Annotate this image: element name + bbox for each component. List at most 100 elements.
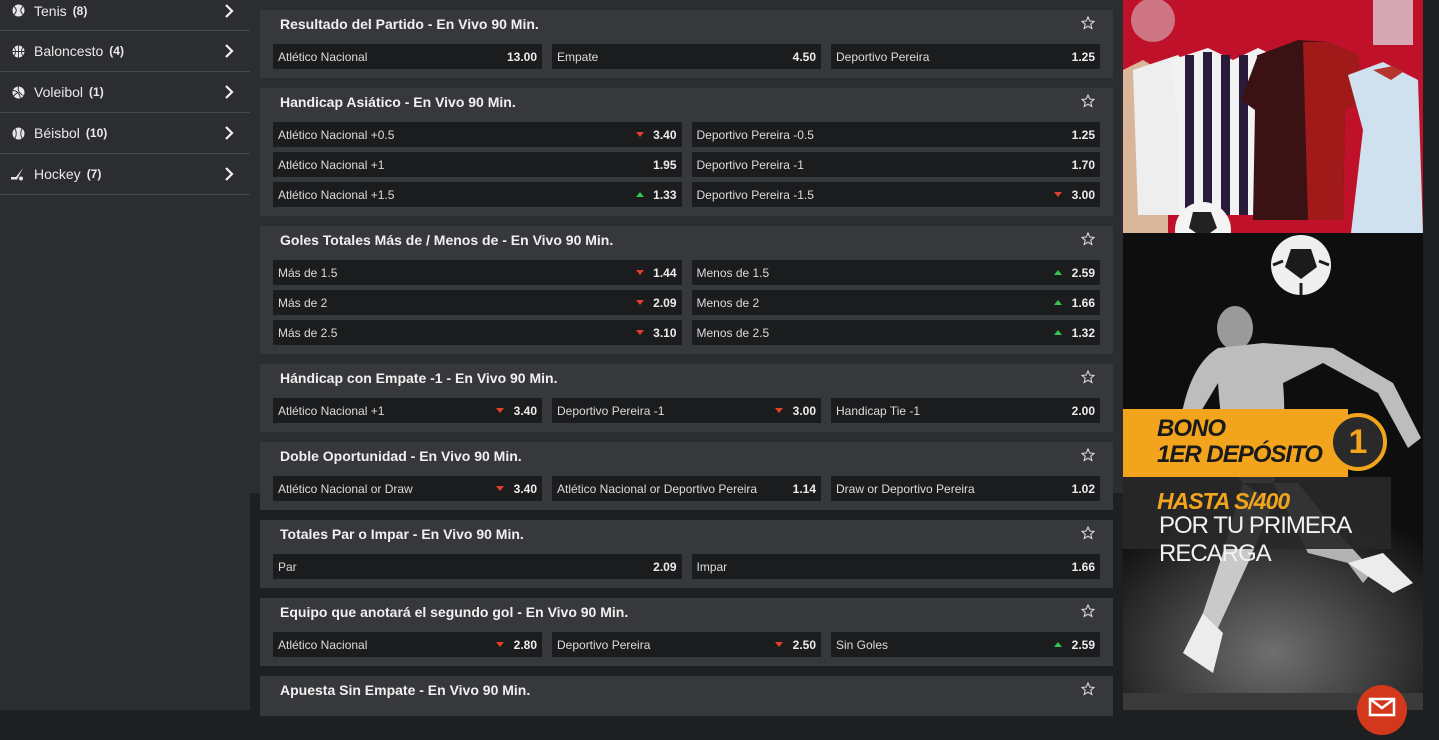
odds-up-arrow-icon [1054,642,1062,647]
odds-price: 3.00 [1071,188,1095,202]
odds-selection-name: Deportivo Pereira -1 [557,404,665,418]
odds-price: 1.14 [792,482,816,496]
odds-button[interactable]: Atlético Nacional +1 3.40 [273,398,542,423]
odds-selection-name: Menos de 2.5 [696,326,770,340]
odds-button[interactable]: Atlético Nacional +1.5 1.33 [273,182,682,207]
odds-price: 3.10 [653,326,677,340]
promo-banner-jerseys[interactable] [1123,0,1423,233]
market-card: Resultado del Partido - En Vivo 90 Min. A… [260,10,1113,78]
odds-price: 13.00 [506,50,537,64]
odds-selection-name: Deportivo Pereira [836,50,930,64]
jerseys-illustration [1123,0,1423,233]
odds-price: 1.44 [653,266,677,280]
favorite-star-icon[interactable] [1081,370,1095,384]
odds-button[interactable]: Deportivo Pereira 2.50 [552,632,821,657]
sidebar-item-label: Voleibol [34,84,84,100]
odds-button[interactable]: Menos de 1.5 2.59 [691,260,1100,285]
odds-down-arrow-icon [635,270,644,275]
odds-button[interactable]: Empate 4.50 [552,44,821,69]
market-title: Resultado del Partido - En Vivo 90 Min. [280,16,539,32]
odds-price: 2.80 [513,638,537,652]
odds-price: 1.66 [1071,560,1095,574]
odds-button[interactable]: Par 2.09 [273,554,682,579]
sidebar-item-hockey[interactable]: Hockey (7) [0,154,250,195]
odds-button[interactable]: Atlético Nacional +1 1.95 [273,152,682,177]
odds-selection-name: Sin Goles [836,638,889,652]
odds-button[interactable]: Atlético Nacional 13.00 [273,44,542,69]
odds-button[interactable]: Draw or Deportivo Pereira 1.02 [831,476,1100,501]
promo-bono-text: BONO [1157,415,1226,442]
sidebar-item-count: (8) [72,3,88,18]
favorite-star-icon[interactable] [1081,16,1095,30]
odds-button[interactable]: Deportivo Pereira -1 3.00 [552,398,821,423]
odds-selection-name: Más de 2 [278,296,328,310]
contact-mail-button[interactable] [1357,685,1407,735]
market-title: Doble Oportunidad - En Vivo 90 Min. [280,448,522,464]
favorite-star-icon[interactable] [1081,604,1095,618]
odds-button[interactable]: Deportivo Pereira -1 1.70 [691,152,1100,177]
chevron-right-icon [225,44,234,58]
odds-selection-name: Deportivo Pereira -1 [696,158,804,172]
sidebar-item-voleibol[interactable]: Voleibol (1) [0,72,250,113]
sidebar-item-count: (10) [85,126,108,140]
odds-button[interactable]: Impar 1.66 [691,554,1100,579]
odds-down-arrow-icon [635,300,644,305]
odds-button[interactable]: Deportivo Pereira -0.5 1.25 [691,122,1100,147]
odds-button[interactable]: Menos de 2 1.66 [691,290,1100,315]
odds-button[interactable]: Handicap Tie -1 2.00 [831,398,1100,423]
sidebar-item-label: Tenis [34,2,67,19]
odds-button[interactable]: Menos de 2.5 1.32 [691,320,1100,345]
odds-button[interactable]: Atlético Nacional or Draw 3.40 [273,476,542,501]
odds-selection-name: Atlético Nacional +1 [278,404,385,418]
odds-button[interactable]: Sin Goles 2.59 [831,632,1100,657]
sidebar-item-baloncesto[interactable]: Baloncesto (4) [0,31,250,72]
odds-button[interactable]: Más de 2.5 3.10 [273,320,682,345]
market-card: Doble Oportunidad - En Vivo 90 Min. Atlét… [260,442,1113,510]
odds-selection-name: Menos de 2 [696,296,760,310]
odds-up-arrow-icon [1054,330,1062,335]
odds-button[interactable]: Deportivo Pereira 1.25 [831,44,1100,69]
promo-first-deposit-text: 1ER DEPÓSITO [1157,441,1323,468]
sidebar-item-beisbol[interactable]: Béisbol (10) [0,113,250,154]
odds-selection-name: Deportivo Pereira -1.5 [696,188,814,202]
chevron-right-icon [225,126,234,140]
odds-button[interactable]: Más de 1.5 1.44 [273,260,682,285]
odds-price: 2.09 [653,296,677,310]
odds-selection-name: Deportivo Pereira [557,638,651,652]
odds-selection-name: Atlético Nacional [278,50,368,64]
odds-price: 2.09 [653,560,677,574]
favorite-star-icon[interactable] [1081,526,1095,540]
odds-price: 1.95 [653,158,677,172]
sidebar-item-tenis[interactable]: Tenis (8) [0,0,250,31]
favorite-star-icon[interactable] [1081,94,1095,108]
odds-price: 2.59 [1071,266,1095,280]
odds-price: 4.50 [792,50,816,64]
tennis-ball-icon [10,3,26,19]
odds-price: 1.66 [1071,296,1095,310]
promo-banner-bonus[interactable]: BONO 1ER DEPÓSITO 1 HASTA S/400 POR TU P… [1123,233,1423,710]
market-title: Totales Par o Impar - En Vivo 90 Min. [280,526,524,542]
odds-price: 1.32 [1071,326,1095,340]
odds-selection-name: Atlético Nacional +0.5 [278,128,395,142]
market-card: Handicap Asiático - En Vivo 90 Min. Atlét… [260,88,1113,216]
odds-price: 2.00 [1071,404,1095,418]
odds-selection-name: Atlético Nacional +1.5 [278,188,395,202]
odds-button[interactable]: Atlético Nacional 2.80 [273,632,542,657]
favorite-star-icon[interactable] [1081,682,1095,696]
favorite-star-icon[interactable] [1081,448,1095,462]
odds-down-arrow-icon [496,486,504,491]
sidebar-item-label: Baloncesto [34,43,104,59]
odds-selection-name: Atlético Nacional or Deportivo Pereira [557,482,758,496]
odds-button[interactable]: Atlético Nacional or Deportivo Pereira 1.… [552,476,821,501]
favorite-star-icon[interactable] [1081,232,1095,246]
sidebar-item-label: Hockey [34,166,81,182]
odds-down-arrow-icon [635,132,644,137]
baseball-icon [10,125,26,141]
envelope-icon [1368,697,1396,717]
odds-down-arrow-icon [775,642,783,647]
odds-button[interactable]: Atlético Nacional +0.5 3.40 [273,122,682,147]
odds-button[interactable]: Deportivo Pereira -1.5 3.00 [691,182,1100,207]
odds-down-arrow-icon [1054,192,1062,197]
odds-price: 2.59 [1071,638,1095,652]
odds-button[interactable]: Más de 2 2.09 [273,290,682,315]
